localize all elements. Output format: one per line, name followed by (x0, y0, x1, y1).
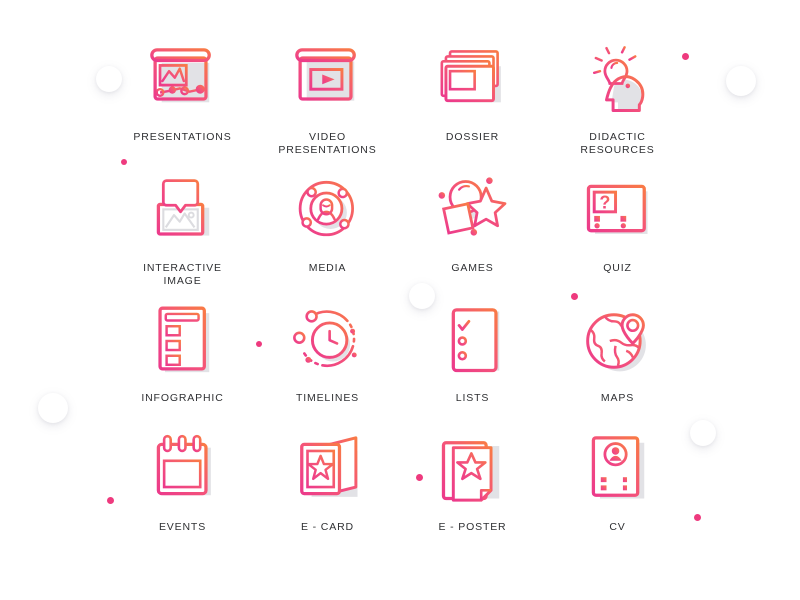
decorative-circle (38, 393, 68, 423)
icon-item-e-card[interactable]: E - CARD (255, 428, 400, 556)
presentation-board-icon (142, 40, 224, 122)
icon-label: GAMES (451, 262, 494, 274)
icon-item-maps[interactable]: MAPS (545, 300, 690, 428)
icon-label: E - POSTER (438, 521, 507, 533)
greeting-card-star-icon (287, 428, 369, 510)
lightbulb-head-icon (577, 40, 659, 122)
icon-item-events[interactable]: EVENTS (110, 428, 255, 556)
icon-item-didactic-resources[interactable]: DIDACTIC RESOURCES (545, 40, 690, 170)
checklist-notepad-icon (432, 300, 514, 382)
icon-label: INFOGRAPHIC (141, 392, 224, 404)
decorative-circle (726, 66, 756, 96)
resume-person-icon (577, 428, 659, 510)
question-card-icon: ? (577, 170, 659, 252)
icon-label: INTERACTIVE IMAGE (143, 262, 222, 287)
icon-label: QUIZ (603, 262, 632, 274)
icon-label: DIDACTIC RESOURCES (580, 131, 655, 156)
globe-pin-icon (577, 300, 659, 382)
image-speech-bubble-icon (142, 170, 224, 252)
stopwatch-orbit-icon (287, 300, 369, 382)
flowchart-page-icon (142, 300, 224, 382)
icon-label: CV (609, 521, 626, 533)
icon-item-interactive-image[interactable]: INTERACTIVE IMAGE (110, 170, 255, 300)
icon-label: LISTS (455, 392, 490, 404)
decorative-dot (694, 514, 701, 521)
icon-label: E - CARD (301, 521, 354, 533)
icon-item-e-poster[interactable]: E - POSTER (400, 428, 545, 556)
icon-item-dossier[interactable]: DOSSIER (400, 40, 545, 170)
icon-label: EVENTS (158, 521, 207, 533)
icon-grid: PRESENTATIONS VIDEO PRESENTATIONS DOSSIE… (110, 40, 690, 560)
poster-star-icon (432, 428, 514, 510)
calendar-icon (142, 428, 224, 510)
icon-item-cv[interactable]: CV (545, 428, 690, 556)
icon-item-video-presentations[interactable]: VIDEO PRESENTATIONS (255, 40, 400, 170)
icon-item-games[interactable]: GAMES (400, 170, 545, 300)
decorative-circle (690, 420, 716, 446)
icon-label: MEDIA (308, 262, 347, 274)
icon-label: TIMELINES (295, 392, 360, 404)
icon-item-lists[interactable]: LISTS (400, 300, 545, 428)
svg-text:?: ? (599, 193, 610, 213)
icon-label: MAPS (600, 392, 635, 404)
icon-item-timelines[interactable]: TIMELINES (255, 300, 400, 428)
icon-item-quiz[interactable]: ? QUIZ (545, 170, 690, 300)
icon-item-media[interactable]: MEDIA (255, 170, 400, 300)
video-play-board-icon (287, 40, 369, 122)
icon-label: DOSSIER (445, 131, 500, 143)
icon-label: PRESENTATIONS (133, 131, 232, 143)
shapes-star-icon (432, 170, 514, 252)
icon-label: VIDEO PRESENTATIONS (278, 131, 377, 156)
icon-item-infographic[interactable]: INFOGRAPHIC (110, 300, 255, 428)
stacked-documents-icon (432, 40, 514, 122)
icon-item-presentations[interactable]: PRESENTATIONS (110, 40, 255, 170)
icon-set-canvas: PRESENTATIONS VIDEO PRESENTATIONS DOSSIE… (0, 0, 800, 600)
person-network-circle-icon (287, 170, 369, 252)
